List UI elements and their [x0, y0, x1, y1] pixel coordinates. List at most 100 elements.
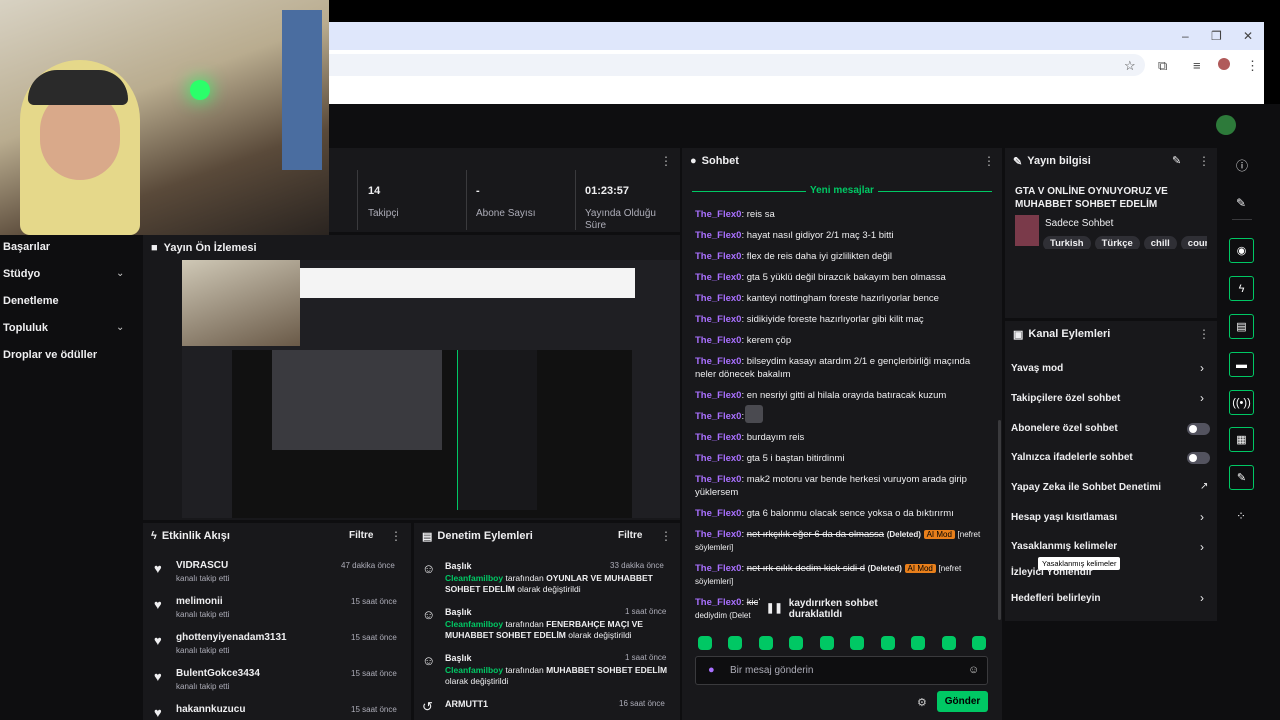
- chat-input[interactable]: ● Bir mesaj gönderin ☺: [695, 656, 988, 685]
- edit-icon[interactable]: ✎: [1172, 154, 1181, 167]
- chevron-right-icon[interactable]: ›: [1200, 540, 1204, 554]
- rail-stream-button[interactable]: ◉: [1229, 238, 1254, 263]
- channel-action-subscribers-only[interactable]: Abonelere özel sohbet: [1011, 423, 1118, 434]
- star-icon[interactable]: ☆: [1124, 58, 1136, 74]
- tag[interactable]: Turkish: [1043, 236, 1091, 249]
- close-icon[interactable]: ✕: [1243, 29, 1253, 43]
- channel-action-emote-only[interactable]: Yalnızca ifadelerle sohbet: [1011, 452, 1133, 463]
- extension-icon[interactable]: ⧉: [1158, 58, 1167, 74]
- chat-username[interactable]: The_Flex0: [695, 474, 741, 485]
- sidebar-item-community[interactable]: Topluluk: [3, 322, 48, 334]
- channel-action-banned-words[interactable]: Yasaklanmış kelimeler: [1011, 541, 1117, 552]
- chat-username[interactable]: The_Flex0: [695, 432, 741, 443]
- mic-icon[interactable]: ●: [708, 664, 715, 676]
- emote-icon[interactable]: [820, 636, 834, 650]
- chat-username[interactable]: The_Flex0: [695, 508, 741, 519]
- activity-name[interactable]: ghottenyiyenadam3131: [176, 632, 287, 643]
- sidebar-item-achievements[interactable]: Başarılar: [3, 241, 50, 253]
- emote-icon[interactable]: [942, 636, 956, 650]
- channel-action-account-age[interactable]: Hesap yaşı kısıtlaması: [1011, 512, 1117, 523]
- mod-filter-button[interactable]: Filtre: [618, 530, 642, 541]
- emote-icon[interactable]: [911, 636, 925, 650]
- menu-icon[interactable]: ⋮: [1246, 58, 1259, 74]
- chevron-right-icon[interactable]: ›: [1200, 391, 1204, 405]
- avatar[interactable]: [1216, 115, 1236, 135]
- chat-username[interactable]: The_Flex0: [695, 411, 741, 422]
- emote-icon[interactable]: [698, 636, 712, 650]
- chat-username[interactable]: The_Flex0: [695, 293, 741, 304]
- tag[interactable]: count: [1180, 236, 1207, 249]
- subscribers-only-toggle[interactable]: [1187, 423, 1210, 435]
- chat-username[interactable]: The_Flex0: [695, 272, 741, 283]
- channel-action-ai-moderation[interactable]: Yapay Zeka ile Sohbet Denetimi: [1011, 482, 1161, 493]
- chevron-down-icon[interactable]: ⌄: [116, 322, 124, 333]
- chat-username[interactable]: The_Flex0: [695, 597, 741, 608]
- emote-only-toggle[interactable]: [1187, 452, 1210, 464]
- sidebar-item-studio[interactable]: Stüdyo: [3, 268, 40, 280]
- emote-icon[interactable]: [728, 636, 742, 650]
- channel-action-slow-mode[interactable]: Yavaş mod: [1011, 363, 1063, 374]
- chevron-down-icon[interactable]: ⌄: [116, 268, 124, 279]
- mod-user[interactable]: Cleanfamilboy: [445, 573, 503, 583]
- emote-icon[interactable]: [881, 636, 895, 650]
- chat-username[interactable]: The_Flex0: [695, 230, 741, 241]
- lightning-icon[interactable]: ϟ: [1229, 276, 1254, 301]
- chat-username[interactable]: The_Flex0: [695, 335, 741, 346]
- wrench-icon[interactable]: ✎: [1229, 465, 1254, 490]
- kebab-icon[interactable]: ⋮: [1198, 327, 1210, 341]
- gear-icon[interactable]: ⚙: [917, 696, 927, 709]
- channel-action-followers-only[interactable]: Takipçilere özel sohbet: [1011, 393, 1120, 404]
- external-link-icon[interactable]: ↗: [1200, 481, 1208, 492]
- kebab-icon[interactable]: ⋮: [390, 529, 402, 543]
- info-icon[interactable]: ⓘ: [1236, 157, 1248, 174]
- emote-icon[interactable]: [972, 636, 986, 650]
- chat-username[interactable]: The_Flex0: [695, 563, 741, 574]
- sidebar-item-drops[interactable]: Droplar ve ödüller: [3, 349, 97, 361]
- category-thumbnail[interactable]: [1015, 215, 1039, 246]
- broadcast-icon[interactable]: ((•)): [1229, 390, 1254, 415]
- media-icon[interactable]: ≡: [1193, 58, 1201, 73]
- chat-username[interactable]: The_Flex0: [695, 453, 741, 464]
- send-button[interactable]: Gönder: [937, 691, 988, 712]
- apps-icon[interactable]: ⁘: [1236, 509, 1246, 523]
- category-name[interactable]: Sadece Sohbet: [1045, 218, 1113, 229]
- emote-icon[interactable]: [759, 636, 773, 650]
- minimize-icon[interactable]: –: [1182, 29, 1189, 43]
- activity-name[interactable]: BulentGokce3434: [176, 668, 260, 679]
- activity-name[interactable]: VIDRASCU: [176, 560, 228, 571]
- profile-icon[interactable]: [1218, 58, 1230, 70]
- chat-username[interactable]: The_Flex0: [695, 209, 741, 220]
- chevron-right-icon[interactable]: ›: [1200, 591, 1204, 605]
- chevron-right-icon[interactable]: ›: [1200, 361, 1204, 375]
- calendar-icon[interactable]: ▦: [1229, 427, 1254, 452]
- chat-icon[interactable]: ▬: [1229, 352, 1254, 377]
- emoji-icon[interactable]: ☺: [968, 664, 979, 676]
- kebab-icon[interactable]: ⋮: [1198, 154, 1210, 168]
- notes-icon[interactable]: ▤: [1229, 314, 1254, 339]
- chat-username[interactable]: The_Flex0: [695, 390, 741, 401]
- pencil-icon[interactable]: ✎: [1236, 196, 1246, 210]
- sidebar-item-moderation[interactable]: Denetleme: [3, 295, 59, 307]
- activity-name[interactable]: melimonii: [176, 596, 223, 607]
- emote-icon[interactable]: [850, 636, 864, 650]
- kebab-icon[interactable]: ⋮: [983, 154, 995, 168]
- chat-username[interactable]: The_Flex0: [695, 251, 741, 262]
- kebab-icon[interactable]: ⋮: [660, 154, 672, 168]
- chat-username[interactable]: The_Flex0: [695, 314, 741, 325]
- chevron-right-icon[interactable]: ›: [1200, 510, 1204, 524]
- mod-user[interactable]: Cleanfamilboy: [445, 665, 503, 675]
- mod-user[interactable]: Cleanfamilboy: [445, 619, 503, 629]
- chat-paused-banner[interactable]: ❚❚ kaydırırken sohbet duraklatıldı: [758, 598, 928, 620]
- activity-filter-button[interactable]: Filtre: [349, 530, 373, 541]
- channel-action-goals[interactable]: Hedefleri belirleyin: [1011, 593, 1100, 604]
- activity-name[interactable]: hakannkuzucu: [176, 704, 245, 715]
- stream-preview-video[interactable]: [182, 260, 680, 518]
- chat-username[interactable]: The_Flex0: [695, 356, 741, 367]
- emote-icon[interactable]: [789, 636, 803, 650]
- kebab-icon[interactable]: ⋮: [660, 529, 672, 543]
- chat-username[interactable]: The_Flex0: [695, 529, 741, 540]
- scrollbar[interactable]: [998, 420, 1001, 620]
- tag[interactable]: chill: [1143, 236, 1177, 249]
- tag[interactable]: Türkçe: [1094, 236, 1140, 249]
- restore-icon[interactable]: ❐: [1211, 29, 1222, 43]
